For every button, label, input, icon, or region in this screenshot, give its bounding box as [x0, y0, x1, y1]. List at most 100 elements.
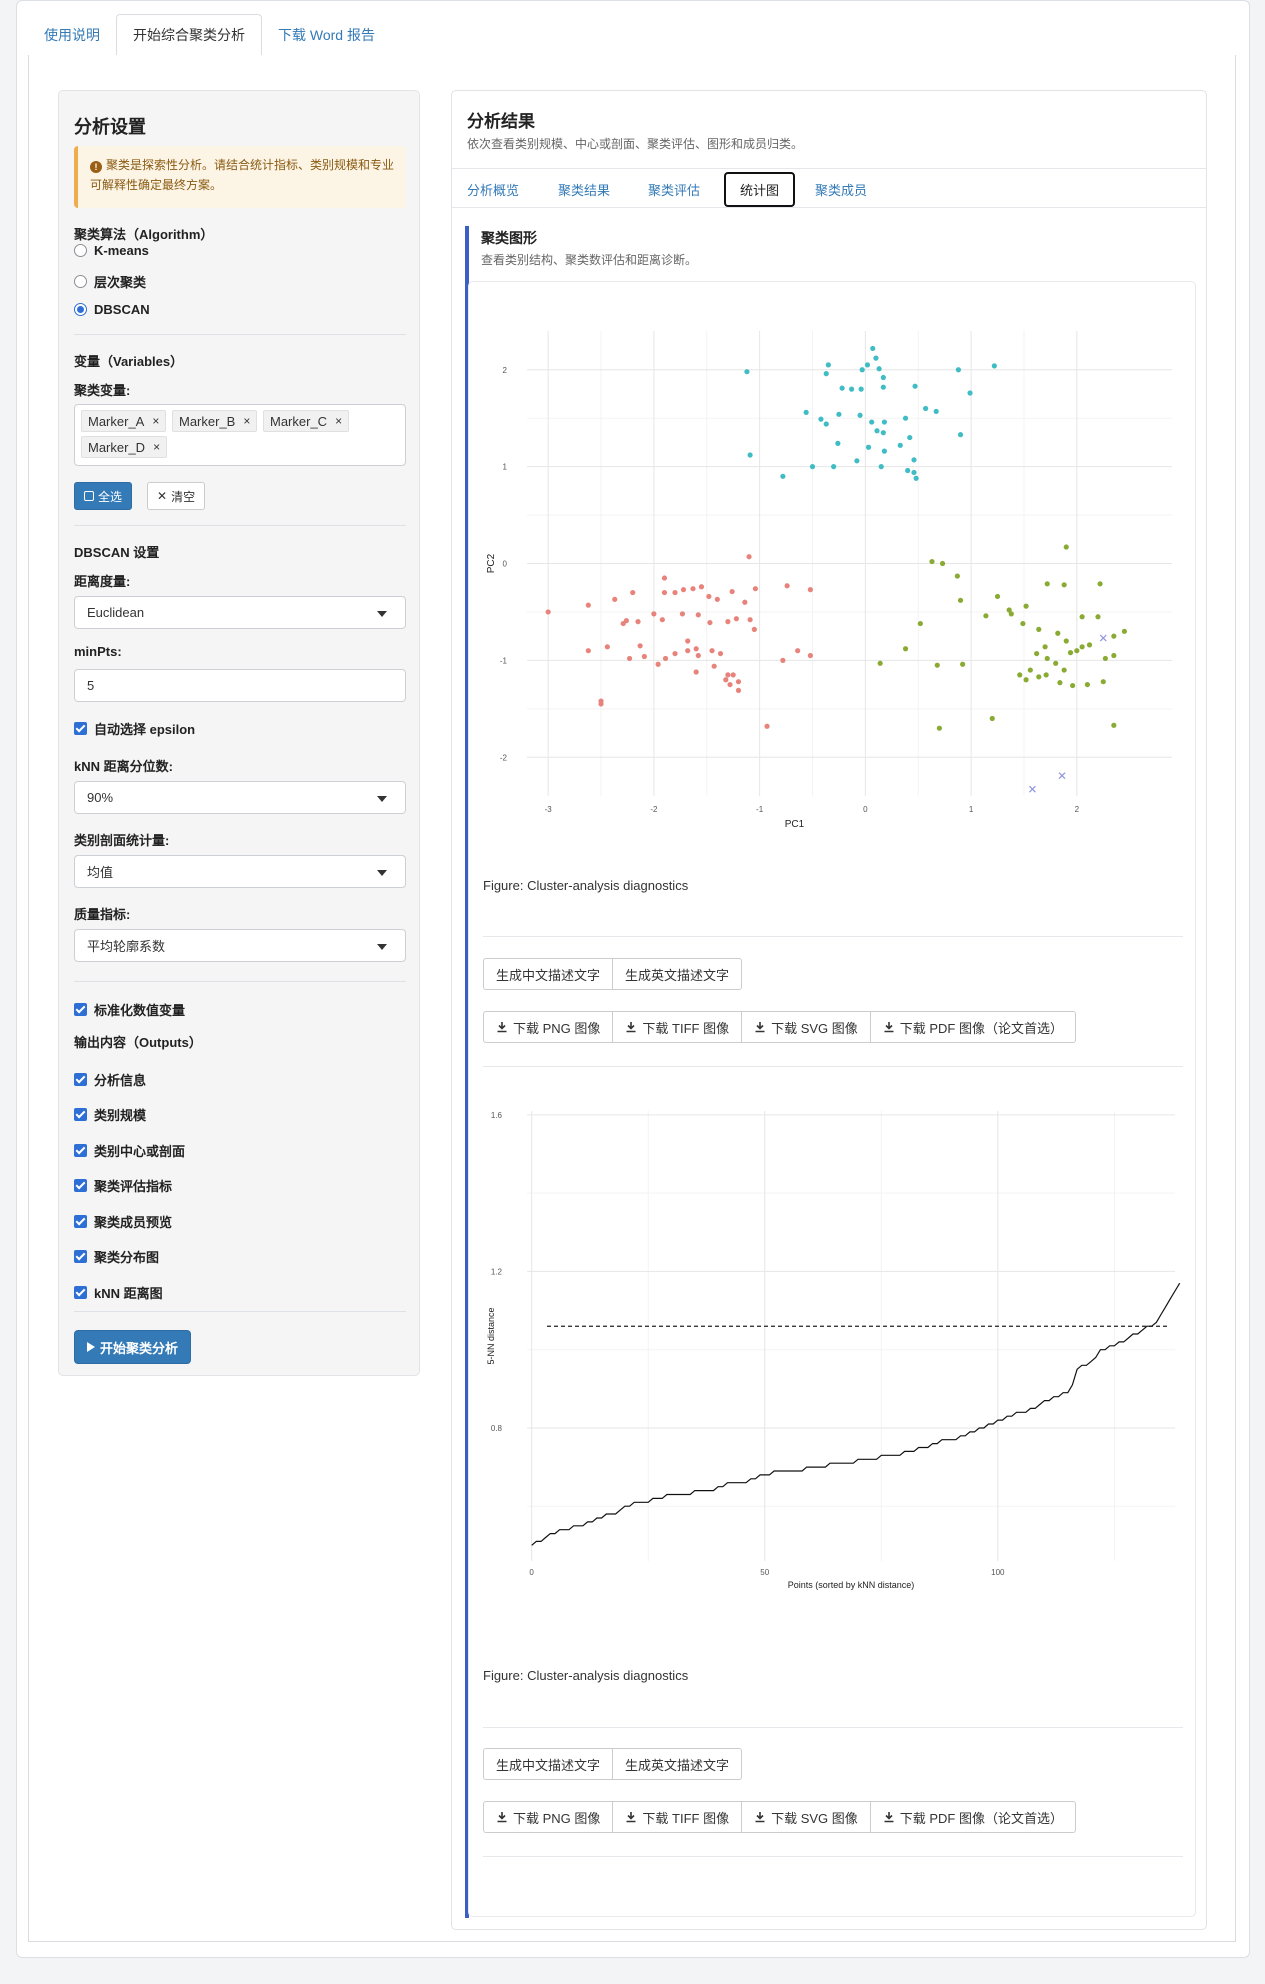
output-checkbox-distribution[interactable]: 聚类分布图 — [74, 1247, 159, 1266]
data-point — [707, 619, 713, 626]
radio-hierarchical[interactable]: 层次聚类 — [74, 272, 146, 291]
chevron-down-icon — [377, 944, 387, 950]
noise-point — [1029, 785, 1036, 793]
output-checkbox-knn[interactable]: kNN 距离图 — [74, 1283, 163, 1302]
checkbox-label: 聚类评估指标 — [94, 1179, 173, 1194]
minpts-input[interactable]: 5 — [74, 669, 406, 702]
download-pdf-button[interactable]: 下载 PDF 图像（论文首选） — [869, 1011, 1076, 1043]
checkbox-label: kNN 距离图 — [94, 1286, 163, 1301]
x-tick-label: 50 — [760, 1568, 769, 1577]
radio-button[interactable] — [74, 275, 87, 288]
minpts-label: minPts: — [74, 644, 122, 659]
download-pdf-button[interactable]: 下载 PDF 图像（论文首选） — [869, 1801, 1076, 1833]
tab-cluster-evaluation[interactable]: 聚类评估 — [648, 180, 700, 199]
data-point — [1034, 650, 1040, 657]
y-tick-label: 1 — [503, 463, 508, 472]
tab-cluster-results[interactable]: 聚类结果 — [558, 180, 610, 199]
remove-icon[interactable]: × — [153, 440, 160, 454]
data-point — [873, 355, 879, 361]
noise-point — [1058, 772, 1066, 780]
algorithm-label: 聚类算法（Algorithm） — [74, 227, 214, 242]
generate-chinese-description-button[interactable]: 生成中文描述文字 — [483, 1748, 614, 1780]
quality-metric-select[interactable]: 平均轮廓系数 — [74, 929, 406, 962]
tab-start-analysis[interactable]: 开始综合聚类分析 — [116, 14, 262, 56]
data-point — [967, 390, 973, 396]
data-point — [880, 384, 886, 390]
data-point — [1097, 581, 1103, 587]
data-point — [823, 371, 829, 377]
describe-button-group-2: 生成中文描述文字 生成英文描述文字 — [483, 1748, 743, 1780]
run-analysis-button[interactable]: 开始聚类分析 — [74, 1330, 192, 1364]
output-checkbox-size[interactable]: 类别规模 — [74, 1105, 146, 1124]
generate-chinese-description-button[interactable]: 生成中文描述文字 — [483, 958, 614, 990]
distance-select[interactable]: Euclidean — [74, 596, 406, 629]
remove-icon[interactable]: × — [152, 414, 159, 428]
button-label: 下载 PNG 图像 — [513, 1020, 601, 1036]
auto-epsilon-checkbox[interactable]: 自动选择 epsilon — [74, 719, 195, 738]
remove-icon[interactable]: × — [335, 414, 342, 428]
checkbox-label: 聚类分布图 — [94, 1250, 160, 1265]
variable-select-input[interactable]: Marker_A × Marker_B × Marker_C × Marker_D × — [74, 404, 406, 466]
clear-button[interactable]: ✕ 清空 — [147, 482, 206, 510]
input-value: 5 — [87, 678, 95, 693]
data-point — [954, 573, 960, 579]
download-svg-button[interactable]: 下载 SVG 图像 — [741, 1011, 871, 1043]
data-point — [1079, 614, 1085, 620]
radio-kmeans[interactable]: K-means — [74, 243, 149, 258]
tab-instructions[interactable]: 使用说明 — [28, 14, 116, 55]
radio-button[interactable] — [74, 244, 87, 257]
data-point — [939, 560, 946, 567]
y-axis-label: 5-NN distance — [486, 1307, 496, 1364]
download-tiff-button[interactable]: 下载 TIFF 图像 — [612, 1011, 743, 1043]
download-svg-button[interactable]: 下载 SVG 图像 — [741, 1801, 871, 1833]
data-point — [803, 409, 809, 415]
checkbox-label: 分析信息 — [94, 1073, 147, 1088]
tab-overview[interactable]: 分析概览 — [467, 180, 519, 199]
data-point — [994, 593, 1001, 600]
download-tiff-button[interactable]: 下载 TIFF 图像 — [612, 1801, 743, 1833]
radio-button[interactable] — [74, 303, 87, 316]
top-tab-bar: 使用说明 开始综合聚类分析 下载 Word 报告 — [28, 14, 1236, 56]
download-png-button[interactable]: 下载 PNG 图像 — [483, 1011, 614, 1043]
data-point — [730, 672, 736, 678]
button-label: 下载 SVG 图像 — [771, 1810, 858, 1826]
chevron-down-icon — [377, 870, 387, 876]
checkbox[interactable] — [74, 1073, 87, 1086]
checkbox[interactable] — [74, 1286, 87, 1299]
output-checkbox-profile[interactable]: 类别中心或剖面 — [74, 1141, 185, 1160]
button-label: 下载 PNG 图像 — [513, 1810, 601, 1826]
tab-cluster-members[interactable]: 聚类成员 — [815, 180, 867, 199]
checkbox[interactable] — [74, 1250, 87, 1263]
data-point — [641, 653, 647, 660]
checkbox[interactable] — [74, 1108, 87, 1121]
knn-quantile-select[interactable]: 90% — [74, 781, 406, 814]
data-point — [878, 464, 884, 470]
output-checkbox-info[interactable]: 分析信息 — [74, 1070, 146, 1089]
data-point — [836, 411, 842, 417]
tab-charts[interactable]: 统计图 — [724, 172, 796, 207]
output-checkbox-metrics[interactable]: 聚类评估指标 — [74, 1176, 172, 1195]
profile-stat-select[interactable]: 均值 — [74, 855, 406, 888]
x-tick-label: -2 — [650, 805, 658, 814]
standardize-checkbox[interactable]: 标准化数值变量 — [74, 1000, 185, 1019]
data-point — [1079, 644, 1085, 650]
checkbox[interactable] — [74, 1215, 87, 1228]
generate-english-description-button[interactable]: 生成英文描述文字 — [612, 1748, 743, 1780]
data-point — [729, 588, 735, 595]
data-point — [1086, 642, 1093, 648]
radio-dbscan[interactable]: DBSCAN — [74, 302, 150, 317]
tab-download-word[interactable]: 下载 Word 报告 — [262, 14, 391, 55]
checkbox[interactable] — [74, 722, 87, 735]
y-tick-label: 1.2 — [491, 1267, 503, 1276]
button-label: 下载 SVG 图像 — [771, 1020, 858, 1036]
tag-label: Marker_C — [270, 413, 328, 429]
select-all-button[interactable]: 全选 — [74, 482, 133, 510]
remove-icon[interactable]: × — [243, 414, 250, 428]
download-png-button[interactable]: 下载 PNG 图像 — [483, 1801, 614, 1833]
checkbox[interactable] — [74, 1144, 87, 1157]
checkbox[interactable] — [74, 1179, 87, 1192]
x-tick-label: -1 — [756, 805, 764, 814]
checkbox[interactable] — [74, 1003, 87, 1016]
generate-english-description-button[interactable]: 生成英文描述文字 — [612, 958, 743, 990]
output-checkbox-members[interactable]: 聚类成员预览 — [74, 1212, 172, 1231]
